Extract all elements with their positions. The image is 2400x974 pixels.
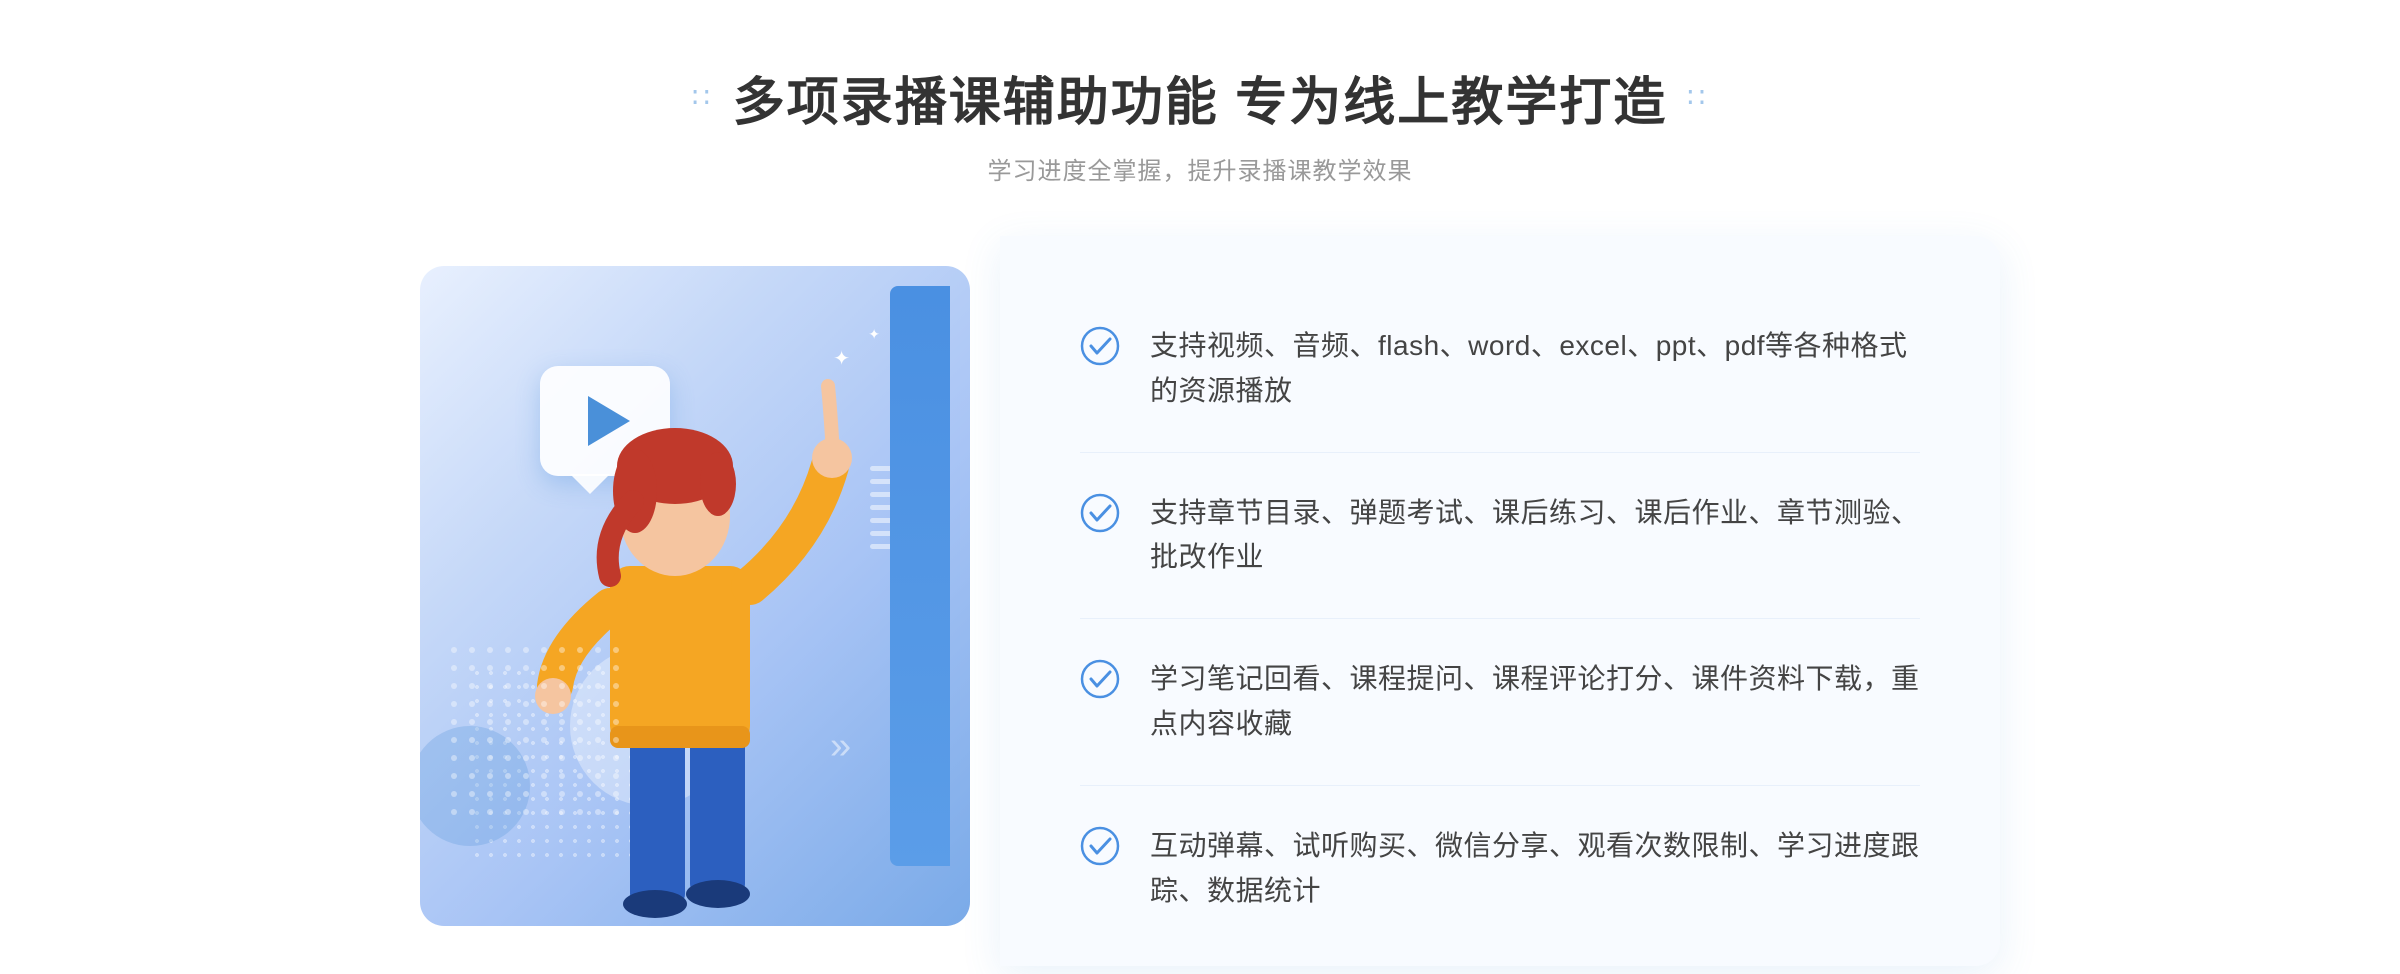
feature-text-2: 支持章节目录、弹题考试、课后练习、课后作业、章节测验、批改作业	[1150, 491, 1920, 581]
feature-item-3: 学习笔记回看、课程提问、课程评论打分、课件资料下载，重点内容收藏	[1080, 619, 1920, 786]
title-dots-right: ∷	[1687, 81, 1708, 114]
check-icon-1	[1080, 326, 1120, 366]
check-icon-2	[1080, 493, 1120, 533]
person-figure	[470, 346, 870, 926]
title-dots-left: ∷	[692, 81, 713, 114]
title-row: ∷ 多项录播课辅助功能 专为线上教学打造 ∷	[692, 60, 1708, 135]
arrows-decoration: »	[830, 726, 890, 766]
feature-text-4: 互动弹幕、试听购买、微信分享、观看次数限制、学习进度跟踪、数据统计	[1150, 824, 1920, 914]
illustration-background: ✦ ✦	[420, 266, 970, 926]
check-icon-4	[1080, 826, 1120, 866]
illustration-area: ✦ ✦	[400, 236, 1000, 966]
feature-item-4: 互动弹幕、试听购买、微信分享、观看次数限制、学习进度跟踪、数据统计	[1080, 786, 1920, 952]
star-decoration-2: ✦	[868, 326, 880, 343]
subtitle: 学习进度全掌握，提升录播课教学效果	[692, 151, 1708, 186]
features-panel: 支持视频、音频、flash、word、excel、ppt、pdf等各种格式的资源…	[1000, 236, 2000, 966]
feature-item-2: 支持章节目录、弹题考试、课后练习、课后作业、章节测验、批改作业	[1080, 453, 1920, 620]
feature-item-1: 支持视频、音频、flash、word、excel、ppt、pdf等各种格式的资源…	[1080, 286, 1920, 453]
feature-text-1: 支持视频、音频、flash、word、excel、ppt、pdf等各种格式的资源…	[1150, 324, 1920, 414]
page-container: ∷ 多项录播课辅助功能 专为线上教学打造 ∷ 学习进度全掌握，提升录播课教学效果…	[0, 0, 2400, 974]
main-title: 多项录播课辅助功能 专为线上教学打造	[733, 60, 1667, 135]
svg-text:»: »	[830, 726, 851, 766]
feature-text-3: 学习笔记回看、课程提问、课程评论打分、课件资料下载，重点内容收藏	[1150, 657, 1920, 747]
blue-sidebar-strip	[890, 286, 950, 866]
features-list: 支持视频、音频、flash、word、excel、ppt、pdf等各种格式的资源…	[1080, 286, 1920, 951]
check-icon-3	[1080, 659, 1120, 699]
content-area: »	[400, 236, 2000, 966]
header-section: ∷ 多项录播课辅助功能 专为线上教学打造 ∷ 学习进度全掌握，提升录播课教学效果	[692, 60, 1708, 186]
bg-dots-pattern	[450, 646, 630, 826]
